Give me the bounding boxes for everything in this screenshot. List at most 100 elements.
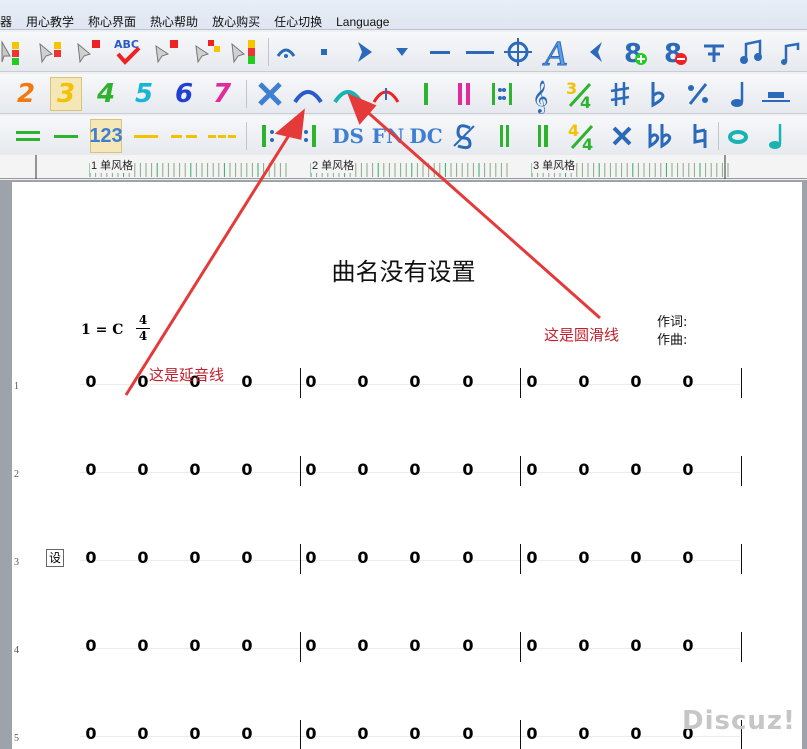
time-signature-alt-icon[interactable]: 44: [566, 119, 598, 154]
cursor-signal-icon[interactable]: [228, 35, 260, 69]
note-rest[interactable]: 0: [526, 636, 538, 655]
note-rest[interactable]: 0: [409, 460, 421, 479]
note-rest[interactable]: 0: [630, 724, 642, 743]
note-rest[interactable]: 0: [682, 548, 694, 567]
treble-clef-icon[interactable]: 𝄞: [526, 77, 558, 114]
time-signature[interactable]: 44: [136, 314, 150, 343]
single-line-icon[interactable]: [50, 119, 82, 153]
natural-icon[interactable]: [684, 119, 716, 153]
dash-triple-icon[interactable]: [206, 119, 238, 153]
note-rest[interactable]: 0: [630, 548, 642, 567]
percent-icon[interactable]: [682, 77, 714, 111]
note-rest[interactable]: 0: [85, 460, 97, 479]
underline-icon[interactable]: [130, 119, 162, 153]
note-rest[interactable]: 0: [682, 636, 694, 655]
note-rest[interactable]: 0: [409, 636, 421, 655]
note-rest[interactable]: 0: [189, 460, 201, 479]
note-rest[interactable]: 0: [85, 724, 97, 743]
cursor-red-alt-icon[interactable]: [150, 35, 182, 69]
note-rest[interactable]: 0: [409, 724, 421, 743]
quarter-note-icon[interactable]: [722, 77, 754, 111]
music-note-icon[interactable]: [736, 35, 768, 69]
octave-up-icon[interactable]: 8: [618, 35, 650, 69]
note-rest[interactable]: 0: [241, 636, 253, 655]
triangle-down-icon[interactable]: [386, 35, 418, 69]
digit-2-button[interactable]: 2: [10, 77, 42, 111]
segno-icon[interactable]: [448, 119, 480, 153]
note-rest[interactable]: 0: [305, 548, 317, 567]
menu-item[interactable]: 热心帮助: [143, 14, 205, 30]
digit-5-button[interactable]: 5: [128, 77, 160, 111]
note-rest[interactable]: 0: [682, 460, 694, 479]
note-rest[interactable]: 0: [357, 636, 369, 655]
digit-6-button[interactable]: 6: [168, 77, 200, 111]
note-rest[interactable]: 0: [241, 548, 253, 567]
note-rest[interactable]: 0: [137, 548, 149, 567]
note-rest[interactable]: 0: [526, 460, 538, 479]
note-rest[interactable]: 0: [578, 724, 590, 743]
note-rest[interactable]: 0: [305, 636, 317, 655]
note-rest[interactable]: 0: [305, 372, 317, 391]
digit-7-button[interactable]: 7: [206, 77, 238, 111]
note-rest[interactable]: 0: [578, 548, 590, 567]
menu-item[interactable]: 用心教学: [19, 14, 81, 30]
slur-icon[interactable]: [332, 77, 364, 111]
note-rest[interactable]: 0: [189, 636, 201, 655]
note-rest[interactable]: 0: [85, 548, 97, 567]
tenuto-icon[interactable]: [424, 35, 456, 69]
repeat-icon[interactable]: [486, 77, 518, 111]
double-line-icon[interactable]: [12, 119, 44, 153]
lyricist-label[interactable]: 作词:: [657, 311, 687, 330]
signal-cursor-icon[interactable]: [0, 35, 24, 69]
note-rest[interactable]: 0: [357, 372, 369, 391]
dash-dash-icon[interactable]: [168, 119, 200, 153]
note-rest[interactable]: 0: [409, 372, 421, 391]
double-bar-icon[interactable]: [448, 77, 480, 111]
note-rest[interactable]: 0: [137, 372, 149, 391]
menu-item[interactable]: 称心界面: [81, 14, 143, 30]
cursor-red-icon[interactable]: [72, 35, 104, 69]
composer-label[interactable]: 作曲:: [657, 329, 687, 348]
note-rest[interactable]: 0: [526, 724, 538, 743]
note-rest[interactable]: 0: [85, 636, 97, 655]
accent-icon[interactable]: [348, 35, 380, 69]
note-rest[interactable]: 0: [630, 636, 642, 655]
note-rest[interactable]: 0: [630, 460, 642, 479]
double-flat-icon[interactable]: [644, 119, 676, 153]
time-signature-icon[interactable]: 34: [564, 77, 596, 112]
double-sharp-icon[interactable]: [606, 119, 638, 153]
rest-bar-icon[interactable]: [760, 77, 792, 111]
repeat-end-icon[interactable]: [292, 119, 324, 153]
number-mode-button[interactable]: 123: [89, 119, 123, 153]
octave-down-icon[interactable]: 8: [658, 35, 690, 69]
key-signature[interactable]: 1 = C: [81, 322, 123, 338]
menu-item[interactable]: 放心购买: [205, 14, 267, 30]
decrescendo-icon[interactable]: [580, 35, 612, 69]
note-rest[interactable]: 0: [630, 372, 642, 391]
note-rest[interactable]: 0: [305, 460, 317, 479]
dc-button[interactable]: DC: [409, 119, 442, 153]
cursor-multi-icon[interactable]: [190, 35, 222, 69]
tie-icon[interactable]: [292, 77, 324, 111]
note-rest[interactable]: 0: [241, 372, 253, 391]
bar-thick-icon[interactable]: [526, 119, 558, 153]
text-a-icon[interactable]: A: [540, 35, 572, 74]
quarter-note-cyan-icon[interactable]: [760, 119, 792, 153]
menu-item[interactable]: 器: [0, 14, 19, 30]
note-rest[interactable]: 0: [85, 372, 97, 391]
note-rest[interactable]: 0: [578, 636, 590, 655]
digit-3-button[interactable]: 3: [50, 77, 82, 111]
note-rest[interactable]: 0: [409, 548, 421, 567]
signal-cursor-alt-icon[interactable]: [34, 35, 66, 69]
slur-red-icon[interactable]: [370, 77, 402, 111]
note-rest[interactable]: 0: [357, 724, 369, 743]
repeat-start-icon[interactable]: [254, 119, 286, 153]
note-rest[interactable]: 0: [526, 372, 538, 391]
spellcheck-icon[interactable]: ABC: [112, 35, 144, 69]
note-rest[interactable]: 0: [137, 636, 149, 655]
note-rest[interactable]: 0: [462, 460, 474, 479]
note-rest[interactable]: 0: [189, 548, 201, 567]
note-rest[interactable]: 0: [305, 724, 317, 743]
tuplet-icon[interactable]: [698, 35, 730, 69]
ds-button[interactable]: DS: [332, 119, 364, 153]
